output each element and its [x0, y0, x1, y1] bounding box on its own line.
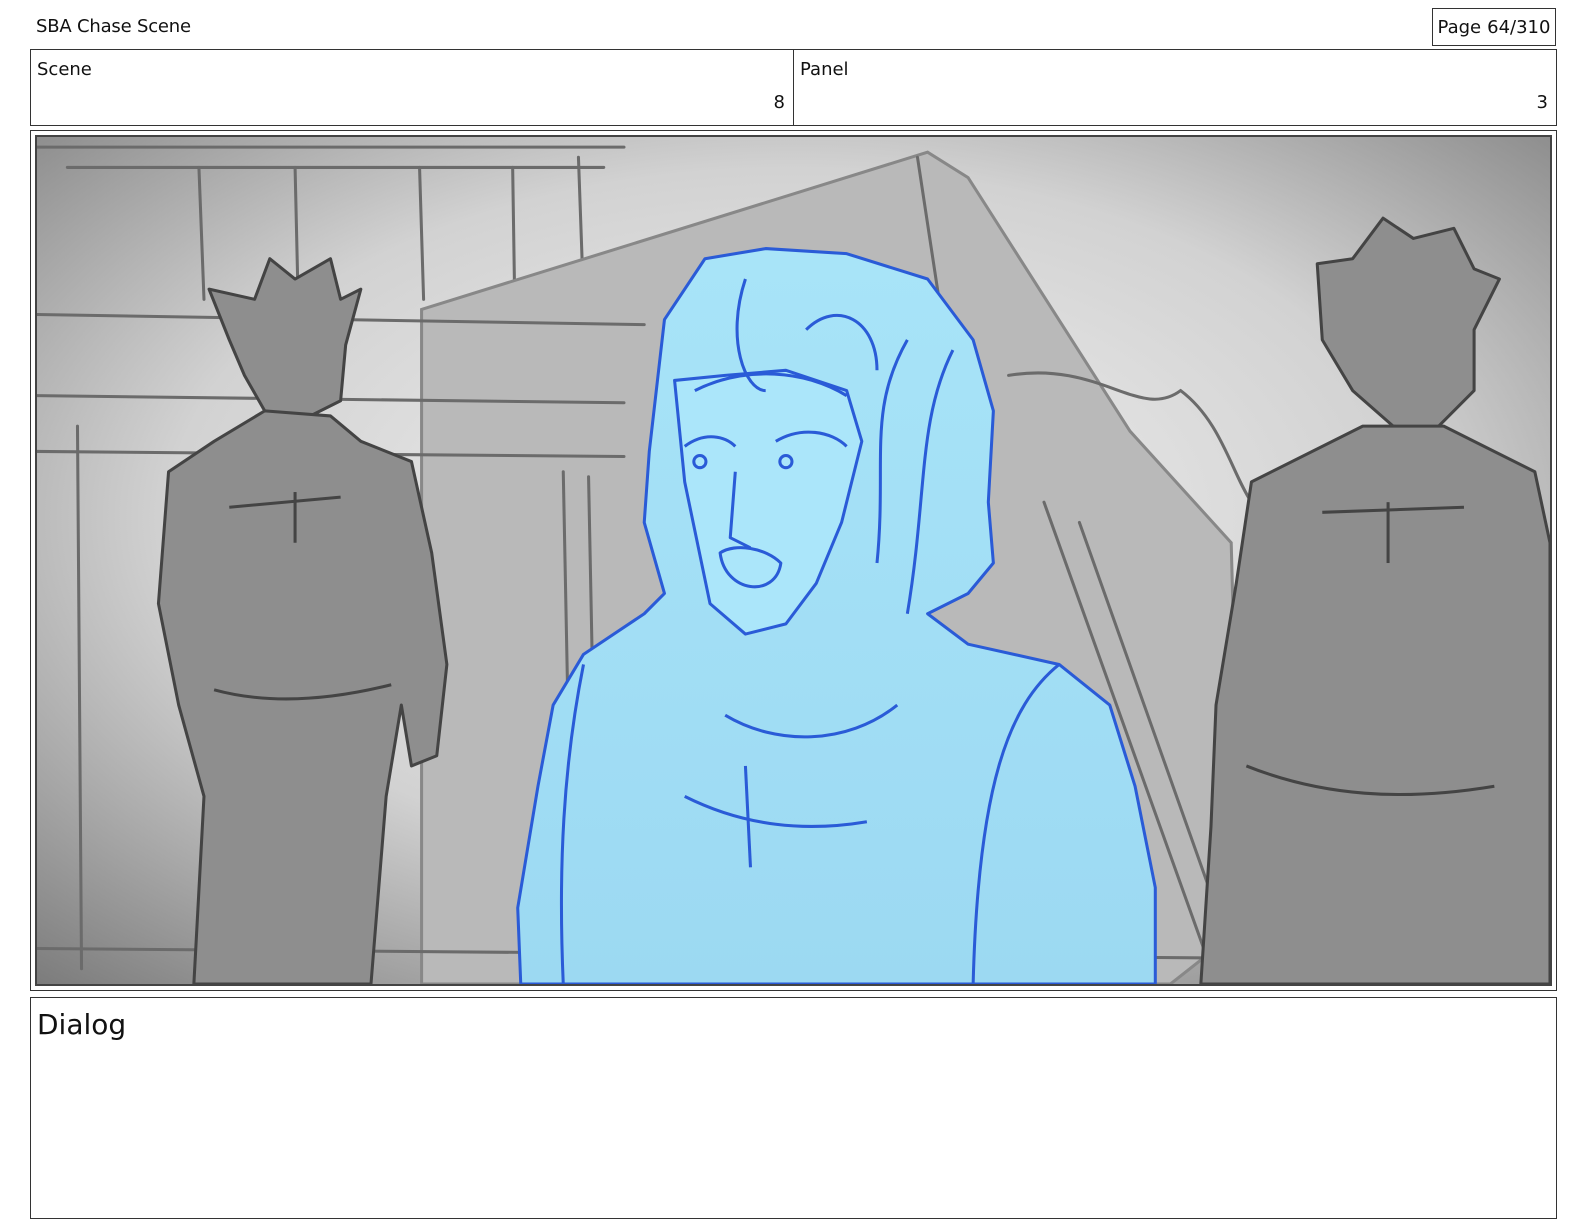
page-number: 64/310 [1487, 16, 1551, 38]
dialog-box: Dialog [30, 997, 1557, 1219]
storyboard-sketch [37, 137, 1550, 984]
storyboard-panel-image [35, 135, 1552, 986]
scene-cell: Scene 8 [31, 50, 793, 125]
panel-value: 3 [1536, 92, 1548, 113]
scene-panel-info: Scene 8 Panel 3 [30, 49, 1557, 126]
scene-value: 8 [773, 92, 785, 113]
page-label: Page [1437, 16, 1482, 38]
project-title: SBA Chase Scene [36, 16, 191, 37]
panel-cell: Panel 3 [793, 50, 1556, 125]
page-indicator: Page 64/310 [1432, 8, 1556, 46]
storyboard-panel-frame [30, 130, 1557, 991]
scene-label: Scene [37, 59, 92, 80]
panel-label: Panel [800, 59, 849, 80]
dialog-label: Dialog [37, 1008, 127, 1041]
